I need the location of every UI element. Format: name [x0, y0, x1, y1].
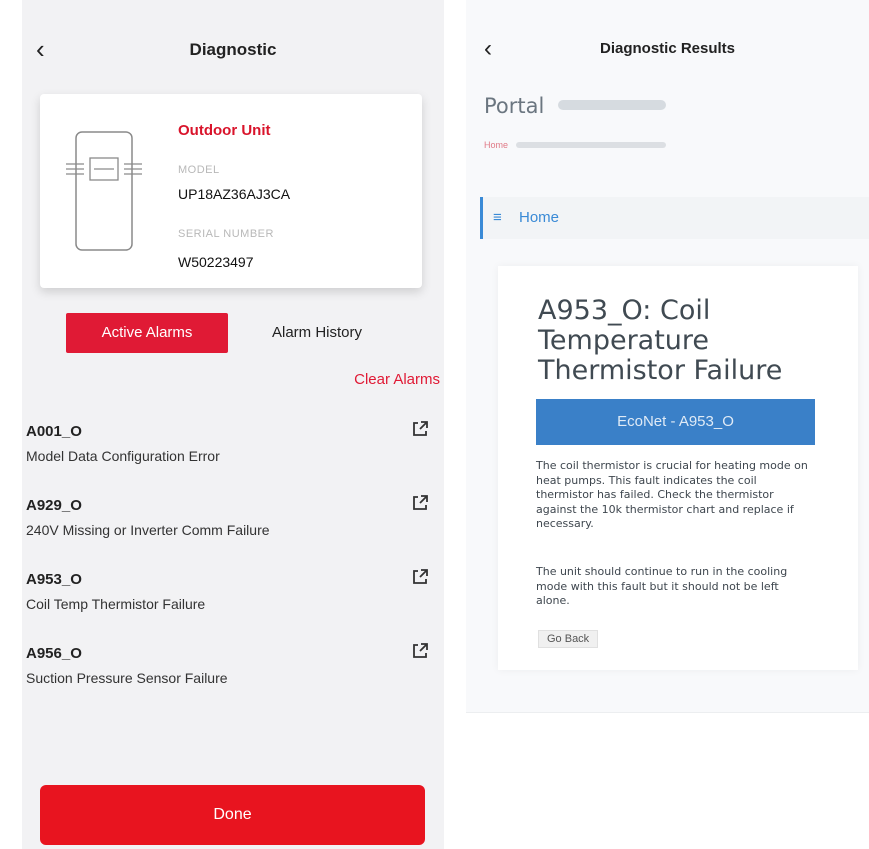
- article-paragraph: The unit should continue to run in the c…: [536, 565, 788, 607]
- diagnostic-results-screen: ‹ Diagnostic Results Portal Home ≡ Home …: [466, 0, 869, 849]
- blurred-text: [516, 142, 666, 148]
- tab-alarm-history[interactable]: Alarm History: [238, 313, 396, 353]
- done-button[interactable]: Done: [40, 785, 425, 845]
- alarm-code: A953_O: [26, 571, 82, 588]
- lower-area: [466, 712, 869, 849]
- unit-card: Outdoor Unit MODEL UP18AZ36AJ3CA SERIAL …: [40, 94, 422, 288]
- alarm-item: A956_O Suction Pressure Sensor Failure: [22, 643, 444, 711]
- outdoor-unit-icon: [66, 131, 142, 251]
- alarm-description: Model Data Configuration Error: [26, 448, 220, 464]
- alarm-code: A956_O: [26, 645, 82, 662]
- econet-button[interactable]: EcoNet - A953_O: [536, 399, 815, 445]
- serial-value: W50223497: [178, 254, 254, 270]
- article-card: A953_O: Coil Temperature Thermistor Fail…: [498, 266, 858, 670]
- go-back-button[interactable]: Go Back: [538, 630, 599, 648]
- alarm-description: 240V Missing or Inverter Comm Failure: [26, 522, 270, 538]
- article-paragraph: The coil thermistor is crucial for heati…: [536, 459, 808, 530]
- header: ‹ Diagnostic: [22, 30, 444, 70]
- alarm-tabs: Active Alarms Alarm History: [66, 313, 396, 353]
- model-value: UP18AZ36AJ3CA: [178, 186, 291, 202]
- alarm-code: A929_O: [26, 497, 82, 514]
- model-label: MODEL: [178, 164, 220, 176]
- alarm-item: A929_O 240V Missing or Inverter Comm Fai…: [22, 495, 444, 563]
- alarm-item: A953_O Coil Temp Thermistor Failure: [22, 569, 444, 637]
- diagnostic-screen: ‹ Diagnostic Outdoor Unit MODEL UP18AZ36…: [22, 0, 444, 849]
- menu-icon[interactable]: ≡: [493, 209, 502, 226]
- alarm-code: A001_O: [26, 423, 82, 440]
- portal-title: Portal: [484, 94, 545, 118]
- alarm-description: Coil Temp Thermistor Failure: [26, 596, 206, 612]
- page-title: Diagnostic: [189, 40, 277, 59]
- alarm-item: A001_O Model Data Configuration Error: [22, 421, 444, 489]
- external-link-icon[interactable]: [410, 419, 430, 439]
- tab-active-alarms[interactable]: Active Alarms: [66, 313, 228, 353]
- clear-alarms-link[interactable]: Clear Alarms: [354, 371, 440, 388]
- unit-title: Outdoor Unit: [178, 122, 271, 139]
- article-title: A953_O: Coil Temperature Thermistor Fail…: [538, 295, 783, 386]
- blurred-text: [558, 100, 666, 110]
- serial-label: SERIAL NUMBER: [178, 228, 274, 240]
- divider: [444, 0, 466, 849]
- page-title: Diagnostic Results: [599, 40, 736, 57]
- breadcrumb[interactable]: Home: [484, 140, 508, 150]
- home-nav-label[interactable]: Home: [519, 209, 559, 226]
- external-link-icon[interactable]: [410, 493, 430, 513]
- page: ‹ Diagnostic Outdoor Unit MODEL UP18AZ36…: [0, 0, 869, 849]
- external-link-icon[interactable]: [410, 567, 430, 587]
- alarm-description: Suction Pressure Sensor Failure: [26, 670, 228, 686]
- external-link-icon[interactable]: [410, 641, 430, 661]
- home-nav[interactable]: ≡ Home: [480, 197, 869, 239]
